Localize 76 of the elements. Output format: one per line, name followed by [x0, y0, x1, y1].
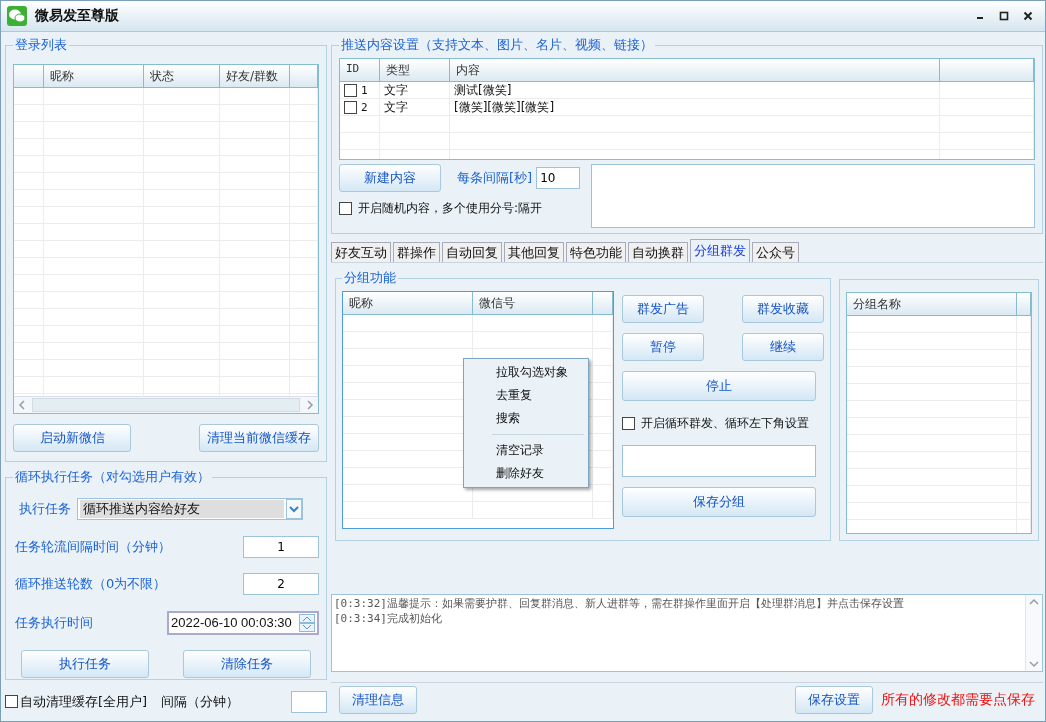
tab[interactable]: 自动回复: [442, 242, 502, 262]
column-header[interactable]: ID: [340, 59, 380, 81]
column-header[interactable]: 类型: [380, 59, 450, 81]
rounds-field[interactable]: 2: [243, 573, 319, 595]
clear-cache-button[interactable]: 清理当前微信缓存: [199, 424, 319, 452]
chat-bubbles-icon: [7, 6, 27, 26]
interval-seconds-field[interactable]: 10: [536, 167, 581, 189]
save-settings-button[interactable]: 保存设置: [795, 686, 873, 714]
maximize-icon[interactable]: [999, 11, 1009, 21]
group-title: 登录列表: [14, 36, 68, 54]
save-group-button[interactable]: 保存分组: [622, 487, 816, 517]
horizontal-scrollbar[interactable]: [14, 396, 318, 413]
run-task-button[interactable]: 执行任务: [21, 650, 149, 678]
field-label: 执行任务: [19, 500, 71, 518]
field-label: 循环推送轮数（0为不限）: [15, 575, 167, 593]
window-title: 微易发至尊版: [35, 7, 119, 25]
group-title: 循环执行任务（对勾选用户有效）: [14, 468, 211, 486]
clear-task-button[interactable]: 清除任务: [183, 650, 311, 678]
field-label: 任务轮流间隔时间（分钟）: [15, 537, 171, 556]
broadcast-favorites-button[interactable]: 群发收藏: [742, 295, 824, 323]
new-content-button[interactable]: 新建内容: [339, 164, 441, 192]
menu-item[interactable]: 清空记录: [464, 439, 588, 462]
table-cell: 2: [361, 100, 368, 114]
checkbox[interactable]: [5, 695, 18, 708]
clean-interval-field[interactable]: [291, 690, 327, 713]
tab[interactable]: 公众号: [752, 242, 799, 262]
tab[interactable]: 其他回复: [504, 242, 564, 262]
column-header[interactable]: 微信号: [473, 292, 593, 314]
menu-item[interactable]: 拉取勾选对象: [464, 361, 588, 384]
spinner-icon[interactable]: [299, 613, 315, 632]
content-text-area[interactable]: [591, 164, 1035, 228]
group-title: 推送内容设置（支持文本、图片、名片、视频、链接）: [340, 36, 654, 54]
save-notice: 所有的修改都需要点保存: [881, 691, 1035, 709]
column-header[interactable]: 昵称: [343, 292, 473, 314]
table-cell: 文字: [384, 98, 408, 116]
table-cell: 文字: [384, 82, 408, 99]
task-dropdown[interactable]: 循环推送内容给好友: [77, 498, 303, 520]
resume-button[interactable]: 继续: [742, 333, 824, 361]
column-header[interactable]: 状态: [144, 65, 220, 87]
checkbox[interactable]: [344, 83, 357, 97]
table-cell: [微笑][微笑][微笑]: [454, 98, 555, 116]
tab[interactable]: 群操作: [393, 242, 440, 262]
text-field[interactable]: [622, 445, 816, 477]
checkbox-label: 开启循环群发、循环左下角设置: [641, 414, 809, 432]
clear-info-button[interactable]: 清理信息: [339, 686, 417, 714]
menu-item[interactable]: 搜索: [464, 407, 588, 430]
checkbox[interactable]: [344, 100, 357, 114]
stop-button[interactable]: 停止: [622, 371, 816, 401]
field-label: 每条间隔[秒]: [457, 169, 533, 187]
tab[interactable]: 好友互动: [331, 242, 391, 262]
field-label: 间隔（分钟）: [161, 692, 240, 711]
group-title: 分组功能: [343, 269, 397, 287]
column-header[interactable]: 内容: [450, 59, 940, 81]
broadcast-ad-button[interactable]: 群发广告: [622, 295, 704, 323]
datetime-field[interactable]: 2022-06-10 00:03:30: [167, 610, 319, 635]
interval-field[interactable]: 1: [243, 535, 319, 558]
checkbox-label: 自动清理缓存[全用户]: [20, 692, 148, 711]
menu-item[interactable]: 去重复: [464, 384, 588, 407]
log-line: [0:3:32]温馨提示：如果需要护群、回复群消息、新人进群等，需在群操作里面开启【处理群消息】并点击保存设置: [334, 596, 905, 611]
log-line: [0:3:34]完成初始化: [334, 611, 443, 626]
close-icon[interactable]: [1023, 11, 1033, 21]
table-cell: 测试[微笑]: [454, 82, 512, 99]
column-header[interactable]: 好友/群数: [220, 65, 290, 87]
vertical-scrollbar[interactable]: [1025, 595, 1042, 671]
pause-button[interactable]: 暂停: [622, 333, 704, 361]
start-wechat-button[interactable]: 启动新微信: [13, 424, 131, 452]
tab[interactable]: 分组群发: [690, 239, 750, 262]
column-header[interactable]: 昵称: [44, 65, 144, 87]
menu-item[interactable]: 删除好友: [464, 462, 588, 485]
tab[interactable]: 自动换群: [628, 242, 688, 262]
checkbox-label: 开启随机内容，多个使用分号:隔开: [358, 200, 543, 217]
checkbox[interactable]: [339, 202, 352, 215]
tab[interactable]: 特色功能: [566, 242, 626, 262]
table-cell: 1: [361, 83, 368, 97]
field-label: 任务执行时间: [15, 613, 93, 632]
checkbox[interactable]: [622, 416, 635, 430]
